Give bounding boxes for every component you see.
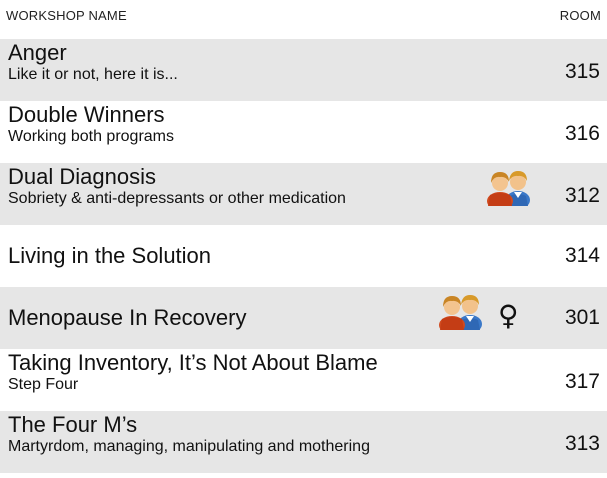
workshop-row-the-four-ms[interactable]: The Four M’s Martyrdom, managing, manipu… [0,411,607,473]
workshop-row-double-winners[interactable]: Double Winners Working both programs 316 [0,101,607,163]
room-number: 312 [564,184,600,207]
workshop-row-living-in-the-solution[interactable]: Living in the Solution 314 [0,225,607,287]
workshop-row-dual-diagnosis[interactable]: Dual Diagnosis Sobriety & anti-depressan… [0,163,607,225]
workshop-title: Anger [8,40,67,65]
room-header: ROOM [559,8,601,23]
people-icon [487,171,530,206]
workshop-title: Menopause In Recovery [8,305,247,330]
room-number: 301 [564,306,600,329]
table-header: WORKSHOP NAME ROOM [0,0,607,34]
people-icon [439,295,482,330]
workshop-subtitle: Step Four [8,376,79,393]
room-number: 315 [564,60,600,83]
workshop-title: Taking Inventory, It’s Not About Blame [8,350,378,375]
workshop-title: Dual Diagnosis [8,164,156,189]
workshop-badges [486,163,546,225]
workshop-title: Double Winners [8,102,165,127]
room-number: 314 [564,244,600,267]
workshop-row-taking-inventory[interactable]: Taking Inventory, It’s Not About Blame S… [0,349,607,411]
workshop-row-menopause-in-recovery[interactable]: Menopause In Recovery ♀ 301 [0,287,607,349]
workshop-list: Anger Like it or not, here it is... 315 … [0,39,607,473]
workshop-title: The Four M’s [8,412,138,437]
workshop-subtitle: Martyrdom, managing, manipulating and mo… [8,438,370,455]
room-number: 316 [564,122,600,145]
female-icon: ♀ [498,299,519,332]
workshop-subtitle: Like it or not, here it is... [8,66,178,83]
workshop-badges: ♀ [438,287,538,349]
room-number: 313 [564,432,600,455]
room-number: 317 [564,370,600,393]
workshop-title: Living in the Solution [8,243,212,268]
workshop-row-anger[interactable]: Anger Like it or not, here it is... 315 [0,39,607,101]
workshop-subtitle: Working both programs [8,128,174,145]
workshop-name-header: WORKSHOP NAME [6,8,127,23]
workshop-subtitle: Sobriety & anti-depressants or other med… [8,190,346,207]
